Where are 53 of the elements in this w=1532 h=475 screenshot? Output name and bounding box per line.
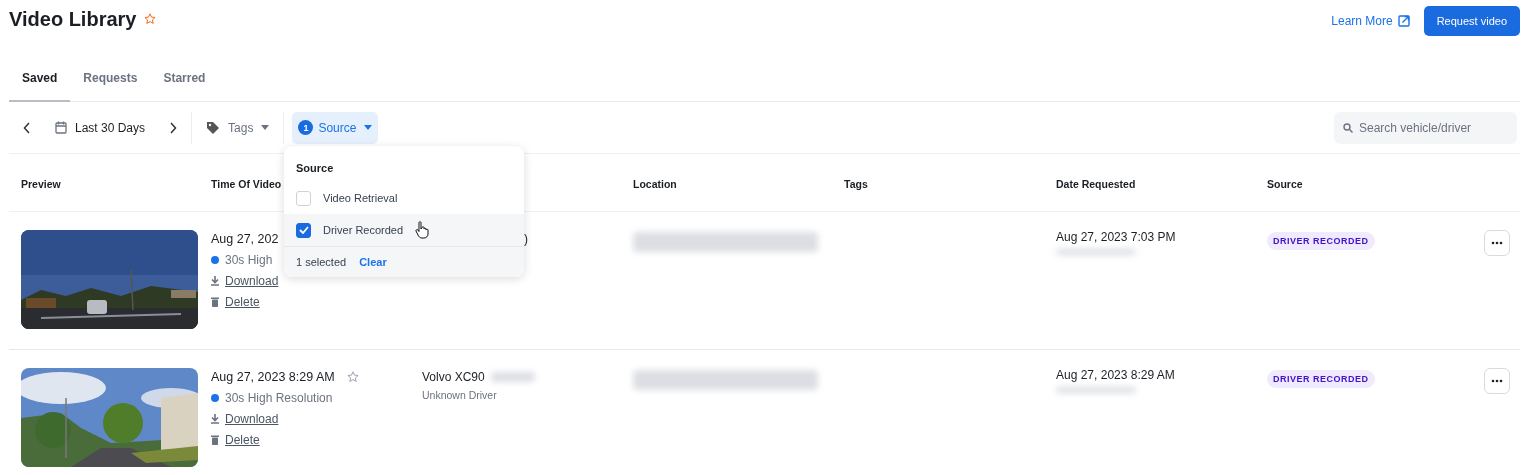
column-header: Source	[1267, 177, 1303, 190]
tag-icon	[206, 120, 221, 135]
column-header: Location	[633, 177, 677, 190]
date-requested: Aug 27, 2023 7:03 PM	[1056, 230, 1176, 244]
resolution-label: 30s High	[225, 253, 273, 267]
column-header: Tags	[844, 177, 868, 190]
source-tag: DRIVER RECORDED	[1267, 370, 1375, 388]
tab[interactable]: Saved	[9, 52, 71, 102]
status-dot-icon	[211, 394, 219, 402]
date-requested: Aug 27, 2023 8:29 AM	[1056, 368, 1175, 382]
download-icon	[211, 276, 219, 286]
search-field[interactable]: Search vehicle/driver	[1334, 111, 1517, 144]
search-icon	[1343, 122, 1353, 133]
delete-link[interactable]: Delete	[225, 295, 260, 309]
trash-icon	[211, 435, 219, 445]
count-badge: 1	[298, 120, 314, 135]
menu-title: Source	[295, 161, 335, 176]
trash-icon	[211, 297, 219, 307]
source-tag: DRIVER RECORDED	[1267, 232, 1375, 250]
selection-count: 1 selected	[296, 256, 347, 268]
delete-link[interactable]: Delete	[225, 433, 260, 447]
tab[interactable]: Starred	[150, 52, 219, 102]
star-icon[interactable]	[346, 371, 359, 383]
vehicle-name: )	[524, 232, 528, 246]
column-header: Preview	[21, 177, 61, 190]
download-link[interactable]: Download	[225, 274, 279, 288]
tab[interactable]: Requests	[70, 52, 151, 102]
video-time: Aug 27, 2023 8:29 AM	[211, 370, 335, 384]
caret-icon	[364, 125, 373, 130]
driver-name: Unknown Driver	[422, 389, 497, 401]
request-video-button[interactable]: Request video	[1423, 6, 1520, 36]
caret-icon	[261, 125, 270, 130]
video-time: Aug 27, 202	[211, 232, 279, 246]
checkbox[interactable]	[296, 222, 311, 238]
clear-link[interactable]: Clear	[359, 256, 387, 268]
source-filter[interactable]: 1 Source	[292, 111, 379, 144]
star-icon[interactable]	[144, 13, 157, 25]
hand-cursor-icon	[415, 221, 430, 239]
tags-filter[interactable]: Tags	[200, 111, 276, 144]
calendar-icon	[55, 121, 67, 134]
vehicle-name: Volvo XC90	[422, 370, 485, 384]
learn-more-link[interactable]: Learn More	[1331, 14, 1410, 28]
menu-option[interactable]: Driver Recorded	[284, 214, 524, 246]
page-title: Video Library	[9, 7, 137, 32]
menu-option[interactable]: Video Retrieval	[284, 182, 524, 214]
column-header: Date Requested	[1056, 177, 1136, 190]
external-link-icon	[1397, 15, 1410, 27]
download-link[interactable]: Download	[225, 412, 279, 426]
status-dot-icon	[211, 256, 219, 264]
resolution-label: 30s High Resolution	[225, 391, 333, 405]
download-icon	[211, 414, 219, 424]
date-range-button[interactable]: Last 30 Days	[49, 111, 152, 144]
column-header: Time Of Video	[211, 177, 282, 190]
